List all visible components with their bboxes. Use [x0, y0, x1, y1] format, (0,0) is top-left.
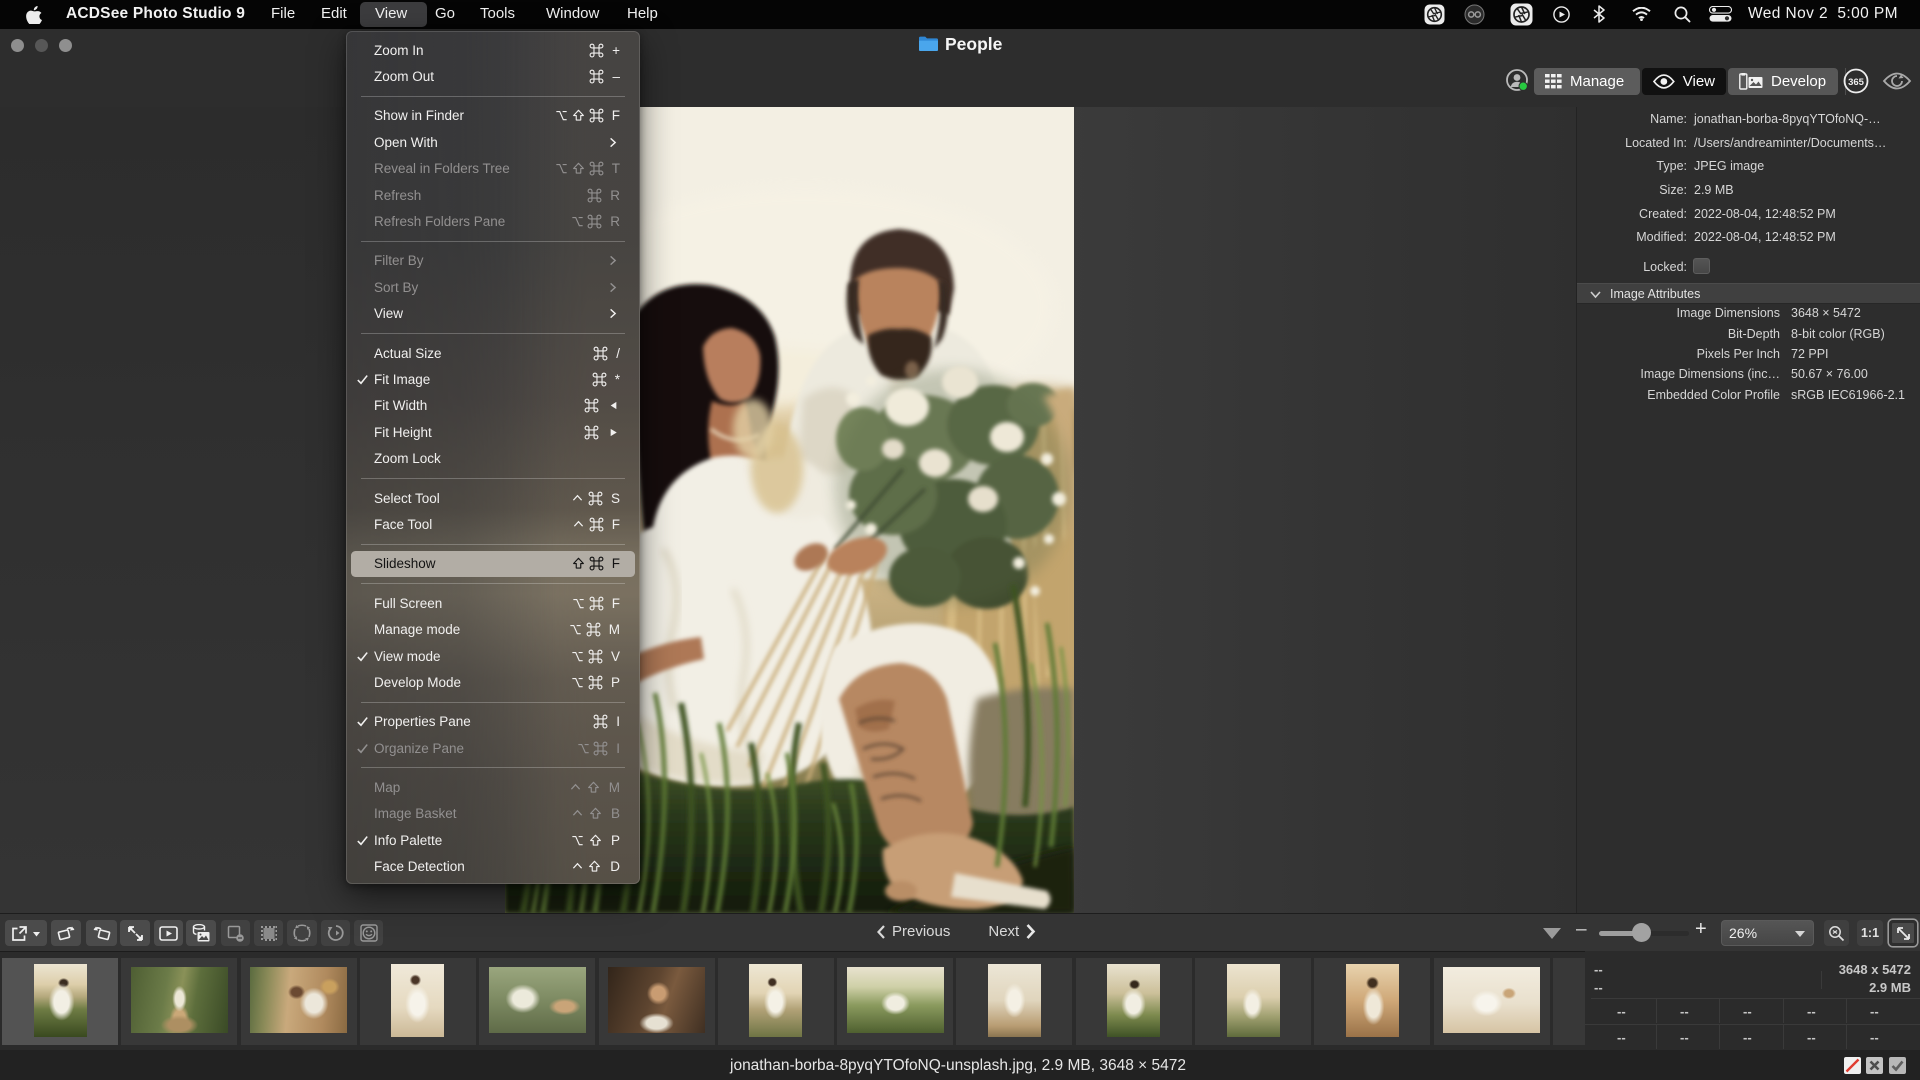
svg-text:365: 365	[1848, 77, 1865, 88]
